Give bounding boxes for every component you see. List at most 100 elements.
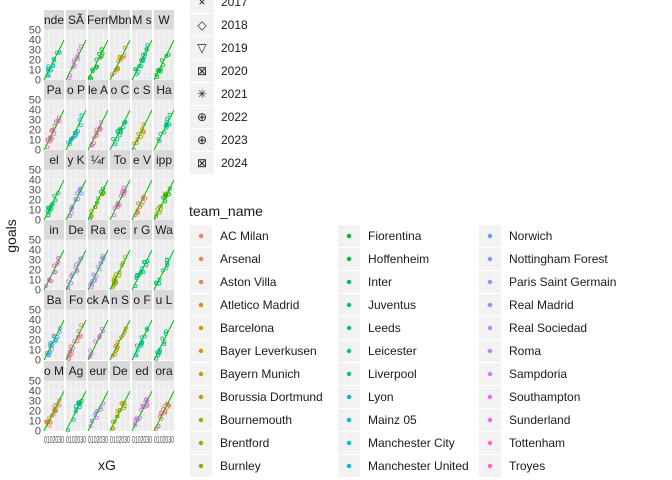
legend-label: Burnley bbox=[220, 459, 261, 473]
facet-strip-label: o F bbox=[133, 293, 150, 307]
facet-strip-label: Ra bbox=[90, 223, 106, 237]
legend-color-dot bbox=[346, 256, 352, 262]
facet-panel: M s bbox=[131, 10, 153, 81]
legend-color-dot bbox=[198, 440, 204, 446]
team-legend-item: Real Madrid bbox=[479, 294, 574, 316]
season-legend-item: ✳ 2021 bbox=[190, 83, 248, 105]
team-legend-item: Southampton bbox=[479, 386, 580, 408]
legend-label: Lyon bbox=[368, 390, 394, 404]
facet-panel: r G bbox=[131, 220, 153, 291]
facet-strip-label: el bbox=[49, 153, 58, 167]
team-legend-item: Leicester bbox=[338, 340, 417, 362]
facet-strip-label: SÃ bbox=[68, 13, 84, 27]
y-tick-label: 50 bbox=[29, 25, 41, 37]
x-tick-label: 0102030 bbox=[154, 435, 174, 446]
legend-color-dot bbox=[487, 394, 493, 400]
x-tick-label: 0102030 bbox=[44, 435, 64, 446]
team-legend-item: Real Sociedad bbox=[479, 317, 587, 339]
legend-symbol: ⊠ bbox=[197, 156, 207, 170]
facet-strip-label: le A bbox=[88, 83, 108, 97]
season-legend-item: × 2017 bbox=[190, 0, 248, 13]
x-tick-label: 0102030 bbox=[66, 435, 86, 446]
facet-strip-label: Wa bbox=[155, 223, 173, 237]
legend-label: Arsenal bbox=[220, 252, 261, 266]
facet-panel: c S bbox=[131, 80, 153, 152]
facet-panel: o P bbox=[65, 80, 87, 151]
x-tick-label: 0102030 bbox=[88, 435, 108, 446]
legend-color-dot bbox=[487, 302, 493, 308]
facet-panel: W bbox=[153, 10, 175, 81]
facet-panel: Pa01020304050 bbox=[29, 80, 65, 157]
facet-panel: u L bbox=[153, 290, 175, 361]
legend-color-dot bbox=[487, 325, 493, 331]
facet-panel: o F bbox=[131, 290, 153, 361]
legend-color-dot bbox=[198, 394, 204, 400]
legend-color-dot bbox=[487, 233, 493, 239]
y-tick-label: 50 bbox=[29, 165, 41, 177]
legend-symbol: × bbox=[198, 0, 205, 9]
legend-label: Real Sociedad bbox=[509, 321, 587, 335]
facet-panel: SÃ bbox=[65, 10, 87, 81]
team-legend-item: Paris Saint Germain bbox=[479, 271, 616, 293]
facet-strip-label: Ba bbox=[47, 293, 62, 307]
team-legend-item: Manchester United bbox=[338, 455, 469, 477]
facet-strip-label: nde bbox=[44, 13, 64, 27]
legend-label: Southampton bbox=[509, 390, 580, 404]
facet-panel: Ag 0102030 bbox=[65, 361, 87, 446]
team-legend-item: Sampdoria bbox=[479, 363, 567, 385]
facet-panel: in01020304050 bbox=[29, 220, 65, 297]
y-tick-label: 50 bbox=[29, 376, 41, 388]
legend-label: Paris Saint Germain bbox=[509, 275, 616, 289]
facet-panel: ec bbox=[109, 220, 131, 291]
facet-panel: e V bbox=[131, 150, 153, 221]
legend-label: Troyes bbox=[509, 459, 545, 473]
y-tick-label: 50 bbox=[29, 305, 41, 317]
legend-label: 2019 bbox=[221, 41, 248, 55]
legend-label: Nottingham Forest bbox=[509, 252, 608, 266]
team-legend-item: Brentford bbox=[190, 432, 269, 454]
x-tick-label: 0102030 bbox=[132, 435, 152, 446]
facet-panel: el01020304050 bbox=[29, 150, 65, 227]
legend-label: Bournemouth bbox=[220, 413, 292, 427]
legend-symbol: ⊠ bbox=[197, 64, 207, 78]
facet-strip-label: De bbox=[112, 364, 128, 378]
legend-label: Sampdoria bbox=[509, 367, 567, 381]
team-legend-item: Leeds bbox=[338, 317, 401, 339]
facet-strip-label: De bbox=[68, 223, 84, 237]
team-legend-item: Bayern Munich bbox=[190, 363, 300, 385]
facet-panel: De 0102030 bbox=[109, 361, 131, 446]
team-legend-item: Norwich bbox=[479, 225, 552, 247]
legend-label: Fiorentina bbox=[368, 229, 422, 243]
facet-strip-label: Fo bbox=[69, 293, 83, 307]
facet-strip-label: in bbox=[49, 223, 58, 237]
legend-color-dot bbox=[198, 302, 204, 308]
legend-symbol: ✳ bbox=[197, 87, 207, 101]
legend-symbol: ▽ bbox=[197, 41, 207, 55]
legend-label: Leeds bbox=[368, 321, 401, 335]
legend-label: Bayer Leverkusen bbox=[220, 344, 317, 358]
y-tick-label: 50 bbox=[29, 95, 41, 107]
facet-strip-label: eur bbox=[89, 364, 106, 378]
legend-color-dot bbox=[487, 417, 493, 423]
legend-color-dot bbox=[346, 371, 352, 377]
legend-label: Tottenham bbox=[509, 436, 565, 450]
facet-panel: Wa bbox=[153, 220, 175, 291]
facet-strip-label: n S bbox=[111, 293, 129, 307]
legend-label: 2024 bbox=[221, 156, 248, 170]
legend-color-dot bbox=[346, 302, 352, 308]
legend-color-dot bbox=[346, 440, 352, 446]
team-legend-item: Mainz 05 bbox=[338, 409, 417, 431]
facet-strip-label: r G bbox=[134, 223, 151, 237]
legend-label: Roma bbox=[509, 344, 541, 358]
facet-strip-label: e V bbox=[133, 153, 151, 167]
team-legend-item: Juventus bbox=[338, 294, 416, 316]
legend-color-dot bbox=[346, 417, 352, 423]
legend-color-dot bbox=[487, 440, 493, 446]
y-axis-label: goals bbox=[3, 219, 19, 252]
team-legend-item: Inter bbox=[338, 271, 392, 293]
facet-strip-label: ed bbox=[135, 364, 148, 378]
legend-color-dot bbox=[346, 279, 352, 285]
team-legend-item: Aston Villa bbox=[190, 271, 277, 293]
legend-label: Aston Villa bbox=[220, 275, 277, 289]
legend-label: Liverpool bbox=[368, 367, 417, 381]
